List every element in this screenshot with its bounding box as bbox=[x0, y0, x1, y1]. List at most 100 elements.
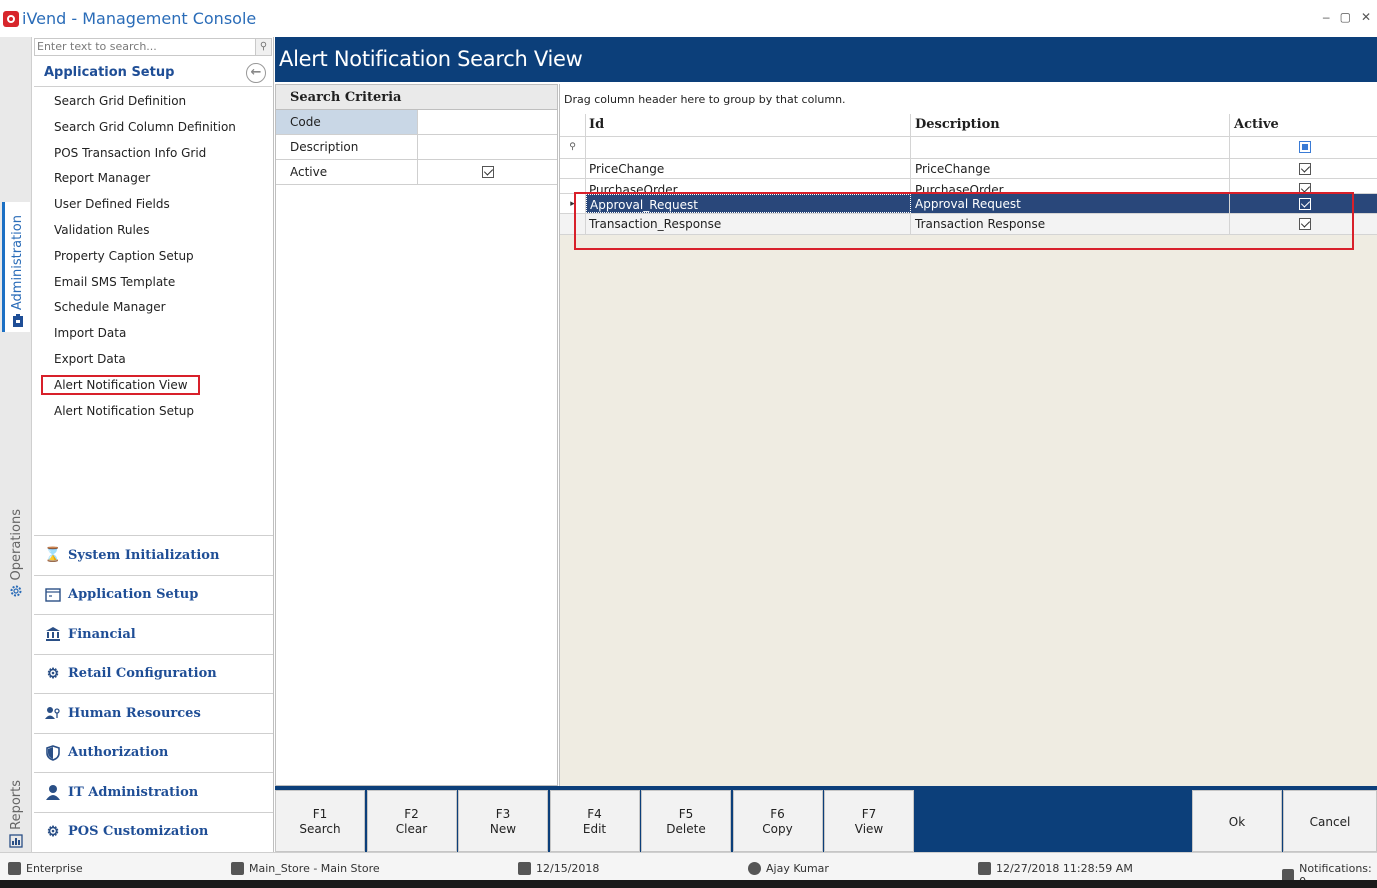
criteria-row-code: Code bbox=[276, 110, 557, 135]
category-human-resources[interactable]: Human Resources bbox=[34, 693, 273, 733]
code-input[interactable] bbox=[418, 110, 557, 134]
menu-item-property-caption-setup[interactable]: Property Caption Setup bbox=[54, 246, 236, 272]
window-title: iVend - Management Console bbox=[22, 9, 257, 28]
reports-icon bbox=[9, 834, 23, 848]
store-icon bbox=[231, 862, 244, 875]
active-label: Active bbox=[276, 160, 418, 184]
column-header-description[interactable]: Description bbox=[911, 114, 1230, 136]
table-row[interactable]: PurchaseOrder PurchaseOrder bbox=[560, 179, 1377, 195]
menu-item-alert-notification-setup[interactable]: Alert Notification Setup bbox=[54, 401, 236, 427]
cancel-button[interactable]: Cancel bbox=[1283, 790, 1377, 852]
f6-label: Copy bbox=[762, 822, 793, 836]
tab-reports[interactable]: Reports bbox=[2, 762, 30, 852]
menu-item-report-manager[interactable]: Report Manager bbox=[54, 168, 236, 194]
menu-item-label: Export Data bbox=[54, 351, 126, 366]
description-input[interactable] bbox=[418, 135, 557, 159]
category-list: ⌛ System Initialization Application Setu… bbox=[34, 535, 273, 851]
column-header-active[interactable]: Active bbox=[1230, 114, 1377, 136]
criteria-row-description: Description bbox=[276, 135, 557, 160]
f3-key: F3 bbox=[495, 807, 511, 821]
menu-item-label: POS Transaction Info Grid bbox=[54, 145, 207, 160]
menu-item-search-grid-definition[interactable]: Search Grid Definition bbox=[54, 91, 236, 117]
bank-icon bbox=[44, 625, 62, 643]
user-key-icon bbox=[44, 704, 62, 722]
menu-item-alert-notification-view[interactable]: Alert Notification View bbox=[41, 374, 236, 401]
menu-item-schedule-manager[interactable]: Schedule Manager bbox=[54, 297, 236, 323]
cogs-icon: ⚙ bbox=[46, 665, 60, 682]
search-criteria-panel: Search Criteria Code Description Active bbox=[275, 84, 558, 786]
f5-delete-button[interactable]: F5 Delete bbox=[641, 790, 731, 852]
section-title-text: Application Setup bbox=[44, 65, 175, 80]
menu-item-pos-transaction-info-grid[interactable]: POS Transaction Info Grid bbox=[54, 143, 236, 169]
cell-active bbox=[1230, 179, 1377, 194]
minimize-button[interactable]: – bbox=[1323, 10, 1330, 24]
id-filter-input[interactable] bbox=[586, 137, 911, 158]
menu-item-export-data[interactable]: Export Data bbox=[54, 349, 236, 375]
category-authorization[interactable]: Authorization bbox=[34, 732, 273, 772]
f4-edit-button[interactable]: F4 Edit bbox=[549, 790, 640, 852]
menu-item-label: Search Grid Definition bbox=[54, 94, 187, 108]
table-row-selected[interactable]: ▸ Approval_Request Approval Request bbox=[560, 194, 1377, 215]
f1-search-button[interactable]: F1 Search bbox=[275, 790, 365, 852]
search-icon[interactable]: ⚲ bbox=[255, 39, 271, 55]
f7-key: F7 bbox=[861, 807, 877, 821]
user-status-icon bbox=[748, 862, 761, 875]
menu-item-label: User Defined Fields bbox=[54, 197, 170, 212]
restore-button[interactable]: ▢ bbox=[1340, 10, 1351, 24]
f7-label: View bbox=[854, 822, 884, 836]
search-criteria-header: Search Criteria bbox=[276, 85, 557, 110]
category-application-setup[interactable]: Application Setup bbox=[34, 574, 273, 614]
row-indicator bbox=[560, 179, 586, 194]
tab-administration[interactable]: Administration bbox=[2, 202, 30, 332]
cell-description: PurchaseOrder bbox=[911, 179, 1230, 194]
admin-icon bbox=[12, 314, 23, 327]
table-row[interactable]: PriceChange PriceChange bbox=[560, 159, 1377, 180]
category-pos-customization[interactable]: ⚙ POS Customization bbox=[34, 811, 273, 851]
category-it-administration[interactable]: IT Administration bbox=[34, 772, 273, 812]
app-setup-icon bbox=[44, 586, 62, 604]
description-filter-input[interactable] bbox=[911, 137, 1230, 158]
row-active-checkbox[interactable] bbox=[1299, 163, 1311, 175]
ok-button[interactable]: Ok bbox=[1192, 790, 1282, 852]
cell-active bbox=[1230, 194, 1377, 213]
menu-item-user-defined-fields[interactable]: User Defined Fields bbox=[54, 194, 236, 220]
close-button[interactable]: ✕ bbox=[1361, 10, 1371, 24]
f7-view-button[interactable]: F7 View bbox=[824, 790, 914, 852]
calendar-icon bbox=[518, 862, 531, 875]
nav-search-input[interactable]: Enter text to search... ⚲ bbox=[34, 38, 272, 56]
tab-operations[interactable]: Operations bbox=[2, 492, 30, 602]
group-by-hint: Drag column header here to group by that… bbox=[560, 84, 1377, 114]
key-icon bbox=[978, 862, 991, 875]
f1-key: F1 bbox=[312, 807, 328, 821]
column-header-id[interactable]: Id bbox=[586, 114, 911, 136]
function-key-bar: F1 Search F2 Clear F3 New F4 Edit F5 Delete F… bbox=[275, 786, 1377, 852]
category-label: Application Setup bbox=[68, 587, 199, 603]
app-logo-icon bbox=[3, 10, 19, 27]
category-retail-configuration[interactable]: ⚙ Retail Configuration bbox=[34, 653, 273, 693]
f3-new-button[interactable]: F3 New bbox=[458, 790, 548, 852]
active-filter-checkbox[interactable] bbox=[1299, 141, 1311, 153]
row-indicator bbox=[560, 159, 586, 179]
active-checkbox[interactable] bbox=[482, 166, 494, 178]
status-login-time: 12/27/2018 11:28:59 AM bbox=[996, 862, 1133, 875]
table-row[interactable]: Transaction_Response Transaction Respons… bbox=[560, 214, 1377, 235]
f6-copy-button[interactable]: F6 Copy bbox=[732, 790, 823, 852]
back-arrow-icon[interactable]: ← bbox=[246, 63, 266, 83]
row-active-checkbox[interactable] bbox=[1299, 183, 1311, 194]
cell-active bbox=[1230, 159, 1377, 178]
menu-item-label: Email SMS Template bbox=[54, 274, 176, 289]
criteria-row-active: Active bbox=[276, 160, 557, 185]
f2-clear-button[interactable]: F2 Clear bbox=[366, 790, 457, 852]
menu-item-label: Alert Notification View bbox=[41, 374, 200, 395]
menu-item-import-data[interactable]: Import Data bbox=[54, 323, 236, 349]
menu-item-label: Report Manager bbox=[54, 171, 151, 186]
f5-label: Delete bbox=[666, 822, 706, 836]
row-active-checkbox[interactable] bbox=[1299, 218, 1311, 231]
category-system-initialization[interactable]: ⌛ System Initialization bbox=[34, 535, 273, 575]
menu-item-search-grid-column-definition[interactable]: Search Grid Column Definition bbox=[54, 117, 236, 143]
menu-item-email-sms-template[interactable]: Email SMS Template bbox=[54, 272, 236, 298]
row-active-checkbox[interactable] bbox=[1299, 198, 1311, 211]
category-financial[interactable]: Financial bbox=[34, 614, 273, 654]
tab-administration-label: Administration bbox=[10, 214, 25, 310]
menu-item-validation-rules[interactable]: Validation Rules bbox=[54, 220, 236, 246]
